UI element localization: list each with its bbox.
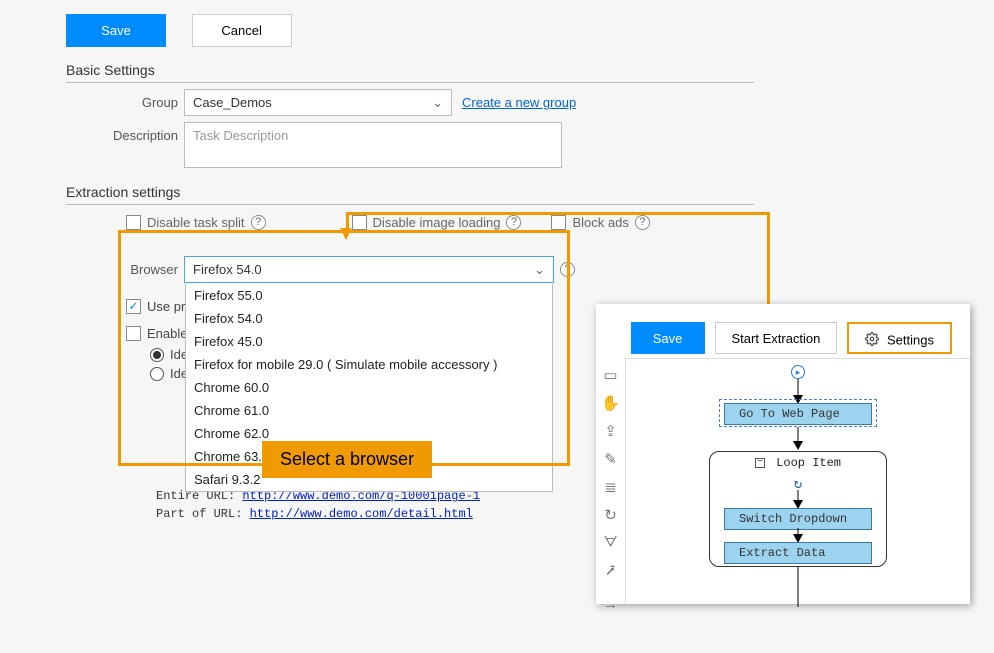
workflow-canvas[interactable]: ▸ Go To Web Page − Loop Item ↻ Switch Dr…	[626, 358, 970, 604]
cursor-icon[interactable]: ✋	[601, 394, 620, 412]
browser-select-value: Firefox 54.0	[193, 262, 262, 277]
arrow-right-icon[interactable]: →	[603, 596, 618, 613]
chevron-down-icon: ⌄	[534, 262, 545, 278]
help-icon[interactable]: ?	[635, 215, 650, 230]
identi-radio-1[interactable]	[150, 348, 164, 362]
save-button[interactable]: Save	[66, 14, 166, 47]
edit-icon[interactable]: ✎	[604, 450, 617, 468]
create-group-link[interactable]: Create a new group	[462, 95, 576, 110]
group-select-value: Case_Demos	[193, 95, 272, 110]
collapse-icon[interactable]: −	[755, 458, 765, 468]
node-extract-data[interactable]: Extract Data	[724, 542, 872, 564]
block-ads-label: Block ads	[572, 215, 628, 230]
help-icon[interactable]: ?	[251, 215, 266, 230]
use-pro-checkbox[interactable]	[126, 299, 141, 314]
loop-item-label: Loop Item	[776, 456, 841, 470]
arrow-down-icon	[793, 441, 803, 450]
icon-rail: ▭ ✋ ⇪ ✎ ≣ ↻ ᗊ ⭷ →	[596, 358, 626, 604]
part-url-link[interactable]: http://www.demo.com/detail.html	[250, 507, 473, 521]
browser-label: Browser	[66, 256, 184, 283]
flow-line	[798, 567, 799, 607]
highlight-connector	[767, 212, 770, 312]
start-extraction-button[interactable]: Start Extraction	[715, 322, 838, 354]
group-label: Group	[66, 89, 184, 116]
browser-option[interactable]: Firefox 45.0	[186, 330, 552, 353]
node-go-to-web-page[interactable]: Go To Web Page	[724, 403, 872, 425]
pointer-icon[interactable]: ⭷	[606, 561, 615, 586]
identi-radio-2[interactable]	[150, 367, 164, 381]
arrow-down-icon	[340, 228, 352, 240]
basic-settings-title: Basic Settings	[66, 62, 754, 83]
cancel-button[interactable]: Cancel	[192, 14, 292, 47]
disable-task-split-checkbox[interactable]	[126, 215, 141, 230]
disable-image-loading-checkbox[interactable]	[352, 215, 367, 230]
browser-option[interactable]: Firefox 54.0	[186, 307, 552, 330]
gear-icon	[865, 332, 879, 350]
chevron-down-icon: ⌄	[432, 95, 443, 111]
browser-option[interactable]: Chrome 60.0	[186, 376, 552, 399]
settings-button[interactable]: Settings	[847, 322, 952, 354]
tree-icon[interactable]: ᗊ	[603, 534, 617, 551]
disable-task-split-label: Disable task split	[147, 215, 245, 230]
browser-option[interactable]: Chrome 61.0	[186, 399, 552, 422]
node-switch-dropdown[interactable]: Switch Dropdown	[724, 508, 872, 530]
browser-option[interactable]: Firefox 55.0	[186, 284, 552, 307]
group-select[interactable]: Case_Demos ⌄	[184, 89, 452, 116]
highlight-connector	[346, 212, 767, 215]
enable-i-checkbox[interactable]	[126, 326, 141, 341]
upload-icon[interactable]: ⇪	[604, 422, 617, 440]
part-url-label: Part of URL:	[156, 507, 250, 521]
description-textarea[interactable]: Task Description	[184, 122, 562, 168]
start-icon: ▸	[791, 365, 805, 379]
select-browser-callout: Select a browser	[262, 441, 432, 478]
block-ads-checkbox[interactable]	[551, 215, 566, 230]
settings-button-label: Settings	[887, 332, 934, 347]
page-icon[interactable]: ▭	[603, 366, 617, 384]
browser-option[interactable]: Firefox for mobile 29.0 ( Simulate mobil…	[186, 353, 552, 376]
workflow-panel: Save Start Extraction Settings ▭ ✋ ⇪ ✎ ≣…	[596, 304, 970, 604]
browser-select[interactable]: Firefox 54.0 ⌄ Firefox 55.0 Firefox 54.0…	[184, 256, 554, 283]
extraction-settings-title: Extraction settings	[66, 184, 754, 205]
list-icon[interactable]: ≣	[604, 478, 617, 496]
help-icon[interactable]: ?	[560, 262, 575, 277]
loop-item-box[interactable]: − Loop Item ↻ Switch Dropdown Extract Da…	[709, 451, 887, 567]
right-save-button[interactable]: Save	[631, 322, 705, 354]
disable-image-loading-label: Disable image loading	[373, 215, 501, 230]
refresh-icon[interactable]: ↻	[604, 506, 617, 524]
description-label: Description	[66, 122, 184, 168]
help-icon[interactable]: ?	[506, 215, 521, 230]
